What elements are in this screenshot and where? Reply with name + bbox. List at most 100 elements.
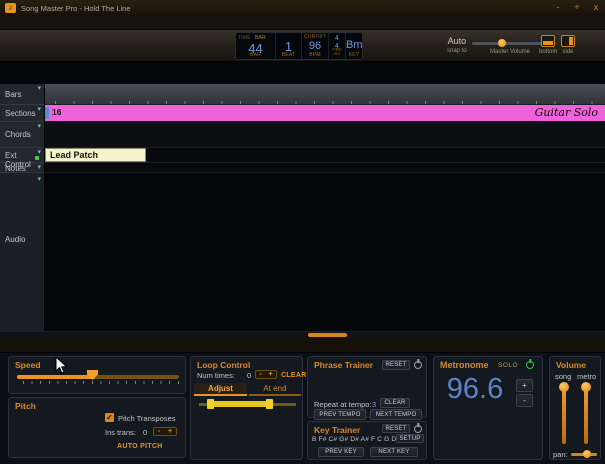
song-overview-strip	[0, 62, 605, 84]
maximize-button[interactable]: +	[570, 2, 584, 13]
speed-section: Speed	[8, 356, 186, 394]
section-length: 16	[52, 107, 62, 117]
toolbar: TIME BAR 44 BAR 1 BEAT CUR INIT 96 BPM 4…	[0, 30, 605, 62]
metronome-section: Metronome SOLO 96.6 + -	[433, 356, 543, 460]
chevron-down-icon[interactable]: ▾	[37, 122, 41, 130]
key-setup-button[interactable]: SETUP	[396, 434, 424, 443]
chevron-down-icon[interactable]: ▾	[37, 175, 41, 183]
plus-icon[interactable]: +	[269, 371, 273, 378]
master-volume-slider[interactable]	[472, 39, 548, 47]
pitch-title: Pitch	[15, 401, 36, 411]
scrollbar-thumb[interactable]	[308, 333, 347, 337]
minimize-button[interactable]: -	[551, 2, 565, 13]
loop-end-handle[interactable]	[266, 399, 273, 409]
transport-display: TIME BAR 44 BAR 1 BEAT CUR INIT 96 BPM 4…	[235, 32, 363, 60]
metronome-increase-button[interactable]: +	[516, 379, 533, 392]
plus-icon[interactable]: +	[168, 428, 172, 435]
phrase-trainer-title: Phrase Trainer	[314, 360, 374, 370]
dock-bottom-button[interactable]: bottom	[539, 35, 557, 55]
volume-section: Volume song metro pan:	[549, 356, 601, 460]
num-times-label: Num times:	[197, 371, 235, 380]
bars-row-label: Bars	[5, 90, 22, 99]
prev-tempo-button[interactable]: PREV TEMPO	[314, 409, 366, 420]
song-volume-slider[interactable]	[562, 384, 566, 444]
beat-label: BEAT	[281, 52, 296, 58]
metronome-power-icon[interactable]	[526, 361, 534, 369]
ins-trans-value: 0	[143, 428, 148, 437]
snap-to-value[interactable]: Auto	[447, 36, 467, 46]
loop-range-bar[interactable]	[211, 401, 269, 407]
bar-label: BAR	[250, 52, 261, 58]
metronome-solo-button[interactable]: SOLO	[498, 362, 518, 369]
track-content: 16 Guitar Solo Lead Patch	[45, 84, 605, 331]
metronome-decrease-button[interactable]: -	[516, 394, 533, 407]
loop-tab-adjust[interactable]: Adjust	[194, 383, 247, 396]
snap-to-label: snap to	[447, 48, 467, 54]
key-display: Bm KEY	[346, 33, 363, 59]
phrase-reset-button[interactable]: RESET	[382, 360, 410, 370]
menu-bar	[0, 16, 605, 30]
volume-title: Volume	[556, 360, 587, 370]
track-sidebar: Bars ▾ Sections ▾ Chords ▾ Ext Control ▾…	[0, 84, 45, 331]
section-scroll-tab[interactable]	[45, 107, 49, 119]
sidebar-row-audio[interactable]: ▾ Audio	[0, 173, 44, 331]
bpm-label: BPM	[309, 52, 321, 58]
metro-volume-handle[interactable]	[581, 382, 591, 392]
timesig-label: TIME SIG	[331, 47, 343, 57]
master-volume-label: Master Volume	[489, 49, 531, 55]
minus-icon[interactable]: -	[158, 428, 160, 435]
chords-track	[45, 122, 605, 148]
loop-control-section: Loop Control Num times: 0 - + CLEAR Adju…	[190, 356, 306, 460]
chords-row-label: Chords	[5, 130, 31, 139]
bpm-value: 96	[308, 40, 322, 52]
app-window: ♪ Song Master Pro - Hold The Line - + x …	[0, 0, 605, 464]
snap-to-control[interactable]: Auto snap to	[447, 36, 467, 54]
sidebar-row-ext-control[interactable]: Ext Control ▾	[0, 148, 44, 169]
metro-volume-slider[interactable]	[584, 384, 588, 444]
minus-icon[interactable]: -	[259, 371, 261, 378]
master-volume-handle[interactable]	[498, 39, 506, 47]
song-volume-handle[interactable]	[559, 382, 569, 392]
phrase-power-icon[interactable]	[414, 361, 422, 369]
ins-trans-label: Ins trans:	[105, 428, 136, 437]
sidebar-row-notes[interactable]: Notes ▾	[0, 163, 44, 173]
sidebar-row-sections[interactable]: Sections ▾	[0, 105, 44, 122]
dock-side-label: side	[562, 49, 574, 55]
horizontal-scrollbar[interactable]	[0, 331, 605, 338]
sidebar-row-chords[interactable]: Chords ▾	[0, 122, 44, 148]
phrase-clear-button[interactable]: CLEAR	[380, 398, 410, 408]
chevron-down-icon[interactable]: ▾	[37, 163, 41, 171]
mouse-cursor	[55, 357, 67, 374]
chevron-down-icon[interactable]: ▾	[37, 84, 41, 92]
ext-control-track[interactable]: Lead Patch	[45, 148, 605, 163]
next-tempo-button[interactable]: NEXT TEMPO	[370, 409, 422, 420]
audio-waveform-track[interactable]	[45, 173, 605, 331]
key-sequence: B F# C# G# D# A# F C G D A E	[312, 436, 409, 443]
chevron-down-icon[interactable]: ▾	[37, 105, 41, 113]
notes-track[interactable]	[45, 163, 605, 173]
speed-minor-ticks	[23, 381, 179, 384]
loop-clear-button[interactable]: CLEAR	[281, 372, 307, 379]
ext-control-event[interactable]: Lead Patch	[45, 148, 146, 162]
chevron-down-icon[interactable]: ▾	[37, 148, 41, 156]
sections-track[interactable]: 16 Guitar Solo	[45, 105, 605, 122]
loop-control-title: Loop Control	[197, 360, 251, 370]
dock-side-button[interactable]: side	[561, 35, 575, 55]
num-times-stepper[interactable]: - +	[255, 370, 277, 379]
next-key-button[interactable]: NEXT KEY	[370, 447, 418, 457]
loop-start-handle[interactable]	[207, 399, 214, 409]
phrase-trainer-section: Phrase Trainer RESET Repeat at tempo: 3 …	[307, 356, 427, 420]
auto-pitch-button[interactable]: AUTO PITCH	[117, 443, 163, 450]
ins-trans-stepper[interactable]: - +	[153, 427, 177, 436]
close-button[interactable]: x	[589, 2, 603, 13]
key-reset-button[interactable]: RESET	[382, 424, 410, 433]
bars-ruler[interactable]	[45, 84, 605, 105]
ext-control-active-indicator	[35, 156, 39, 160]
bar-display: TIME BAR 44 BAR	[236, 33, 276, 59]
loop-tab-at-end[interactable]: At end	[249, 383, 301, 396]
pan-handle[interactable]	[583, 450, 591, 458]
prev-key-button[interactable]: PREV KEY	[318, 447, 364, 457]
key-power-icon[interactable]	[414, 425, 422, 433]
pitch-transposes-checkbox[interactable]: ✓	[105, 413, 114, 422]
sidebar-row-bars[interactable]: Bars ▾	[0, 84, 44, 105]
